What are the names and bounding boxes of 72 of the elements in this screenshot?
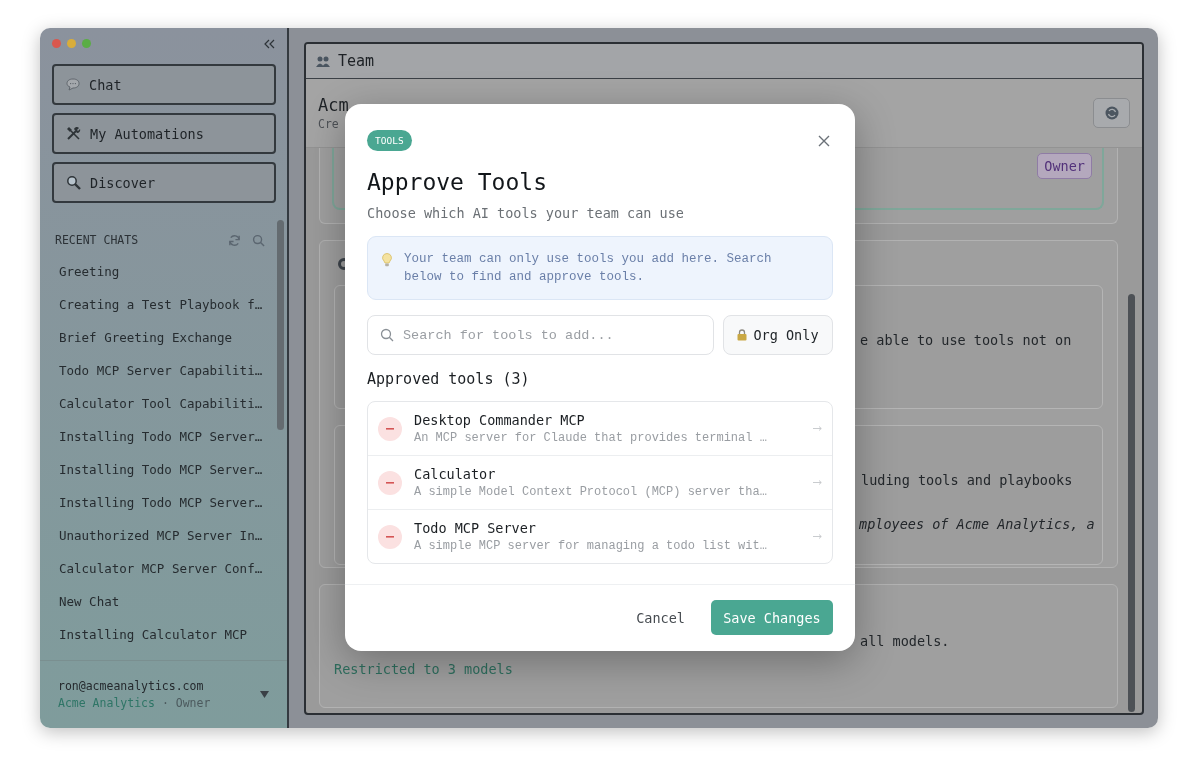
setting-text: all models. — [860, 633, 951, 649]
chat-item[interactable]: Calculator MCP Server Conf… — [55, 552, 267, 585]
arrow-icon — [813, 534, 822, 539]
minus-icon — [386, 481, 394, 484]
chat-item[interactable]: Installing Calculator MCP — [55, 618, 267, 651]
chat-item[interactable]: Todo MCP Server Capabiliti… — [55, 354, 267, 387]
info-text: Your team can only use tools you add here. Search below to find and approve tools. — [404, 251, 773, 286]
org-only-button[interactable]: Org Only — [723, 315, 833, 355]
lightbulb-icon — [382, 253, 392, 267]
chat-item[interactable]: Installing Todo MCP Server… — [55, 420, 267, 453]
search-icon[interactable] — [252, 233, 265, 247]
setting-text: mployees of Acme Analytics, a — [859, 516, 1096, 532]
org-subtitle: Cre — [318, 117, 340, 131]
tool-row[interactable]: Calculator A simple Model Context Protocol (MCP) server tha… — [368, 455, 832, 509]
tool-description: A simple MCP server for managing a todo list wit… — [414, 537, 768, 554]
scrollbar-thumb[interactable] — [1128, 294, 1135, 712]
org-name: Acme Analytics — [58, 696, 155, 710]
tool-description: A simple Model Context Protocol (MCP) server tha… — [414, 483, 768, 500]
tool-name: Todo MCP Server — [414, 519, 537, 537]
nav-button[interactable]: Chat — [52, 64, 276, 105]
refresh-icon — [1104, 106, 1119, 120]
dialog-subtitle: Choose which AI tools your team can use — [367, 204, 685, 222]
speech-bubble-icon — [66, 78, 80, 91]
chat-item[interactable]: Creating a Test Playbook f… — [55, 288, 267, 321]
tool-row[interactable]: Desktop Commander MCP An MCP server for Claude that provides terminal … — [368, 402, 832, 455]
refresh-button[interactable] — [1093, 98, 1130, 128]
chat-item[interactable]: Greeting — [55, 255, 267, 288]
dialog-title: Approve Tools — [367, 168, 548, 196]
close-icon[interactable] — [818, 134, 830, 147]
people-icon — [316, 55, 330, 67]
nav-button[interactable]: My Automations — [52, 113, 276, 154]
arrow-icon — [813, 426, 822, 431]
chat-item[interactable]: Installing Todo MCP Server… — [55, 486, 267, 519]
lock-icon — [737, 329, 748, 341]
refresh-icon[interactable] — [228, 233, 241, 247]
caret-icon[interactable] — [260, 691, 269, 698]
remove-button[interactable] — [378, 416, 402, 441]
scrollbar-thumb[interactable] — [277, 220, 284, 430]
setting-text: luding tools and playbooks — [861, 472, 1074, 488]
section-title: RECENT CHATS — [55, 233, 139, 247]
chat-item[interactable]: Calculator Tool Capabiliti… — [55, 387, 267, 420]
nav-button[interactable]: Discover — [52, 162, 276, 203]
tools-icon — [66, 126, 81, 141]
chat-item[interactable]: New Chat — [55, 585, 267, 618]
collapse-sidebar-icon[interactable] — [263, 39, 275, 49]
panel-title: Team — [338, 52, 375, 70]
tool-row[interactable]: Todo MCP Server A simple MCP server for managing a todo list wit… — [368, 509, 832, 563]
search-field[interactable]: Search for tools to add... — [367, 315, 714, 355]
minimize-window-button[interactable] — [67, 38, 76, 48]
account-role: · Owner — [161, 696, 211, 710]
setting-text: e able to use tools not on — [860, 332, 1073, 348]
minus-icon — [386, 427, 394, 430]
close-window-button[interactable] — [52, 38, 61, 48]
tool-name: Calculator — [414, 465, 497, 483]
cancel-button[interactable]: Cancel — [636, 609, 685, 626]
category-badge: TOOLS — [367, 130, 412, 151]
section-title: Approved tools (3) — [367, 369, 531, 389]
role-badge: Owner — [1037, 153, 1092, 179]
models-note: Restricted to 3 models — [334, 661, 514, 677]
save-changes-button[interactable]: Save Changes — [711, 600, 833, 635]
chat-item[interactable]: Brief Greeting Exchange — [55, 321, 267, 354]
minus-icon — [386, 535, 394, 538]
chat-item[interactable]: Installing Todo MCP Server… — [55, 453, 267, 486]
account-email: ron@acmeanalytics.com — [58, 679, 205, 693]
chat-item[interactable]: Unauthorized MCP Server In… — [55, 519, 267, 552]
org-title: Acm — [318, 95, 349, 115]
remove-button[interactable] — [378, 524, 402, 549]
magnifier-icon — [66, 175, 81, 190]
arrow-icon — [813, 480, 822, 485]
remove-button[interactable] — [378, 470, 402, 495]
tool-description: An MCP server for Claude that provides terminal … — [414, 429, 768, 446]
tool-name: Desktop Commander MCP — [414, 411, 586, 429]
